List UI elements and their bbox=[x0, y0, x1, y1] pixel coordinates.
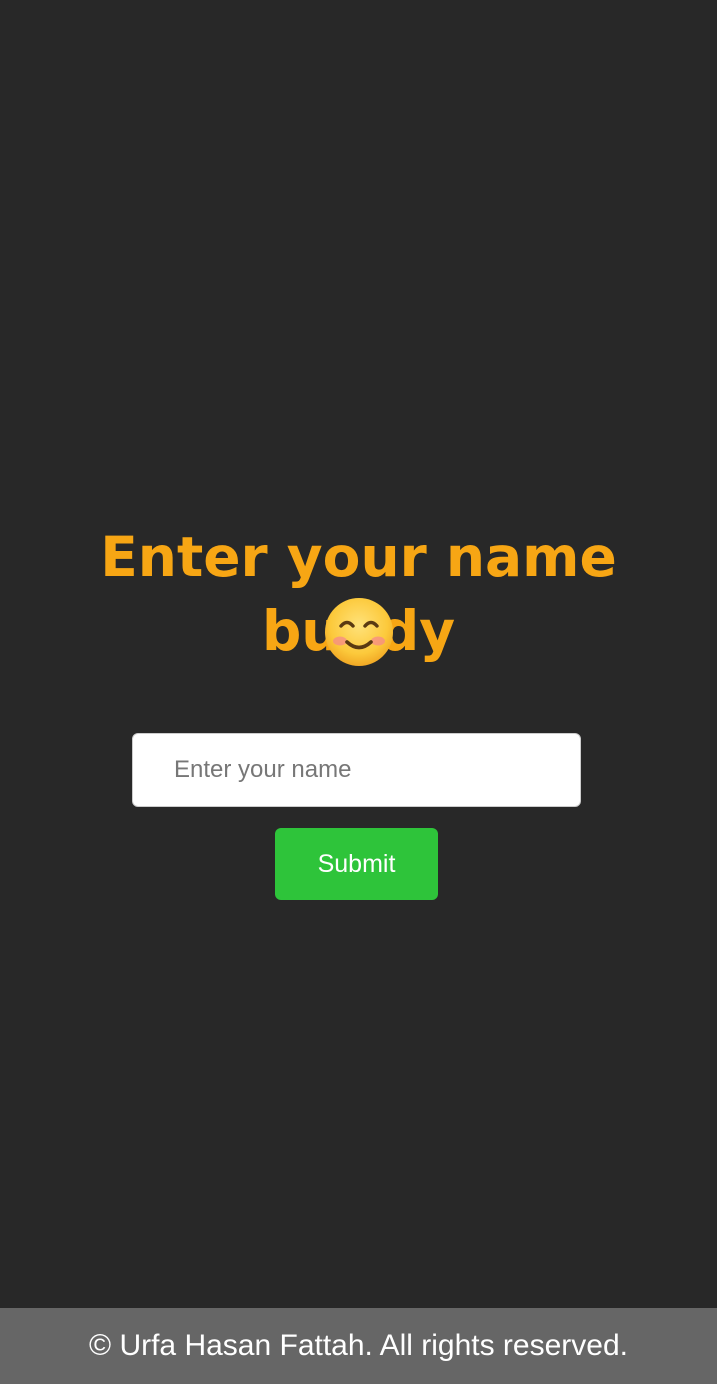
footer: © Urfa Hasan Fattah. All rights reserved… bbox=[0, 1308, 717, 1384]
page: Enter your name buddy Submit © Urfa Hasa… bbox=[0, 0, 717, 1384]
smiling-face-emoji-icon bbox=[324, 598, 393, 666]
name-input[interactable] bbox=[132, 733, 581, 807]
copyright-text: © Urfa Hasan Fattah. All rights reserved… bbox=[89, 1329, 628, 1362]
emoji-container bbox=[0, 596, 717, 668]
submit-button[interactable]: Submit bbox=[275, 828, 438, 900]
